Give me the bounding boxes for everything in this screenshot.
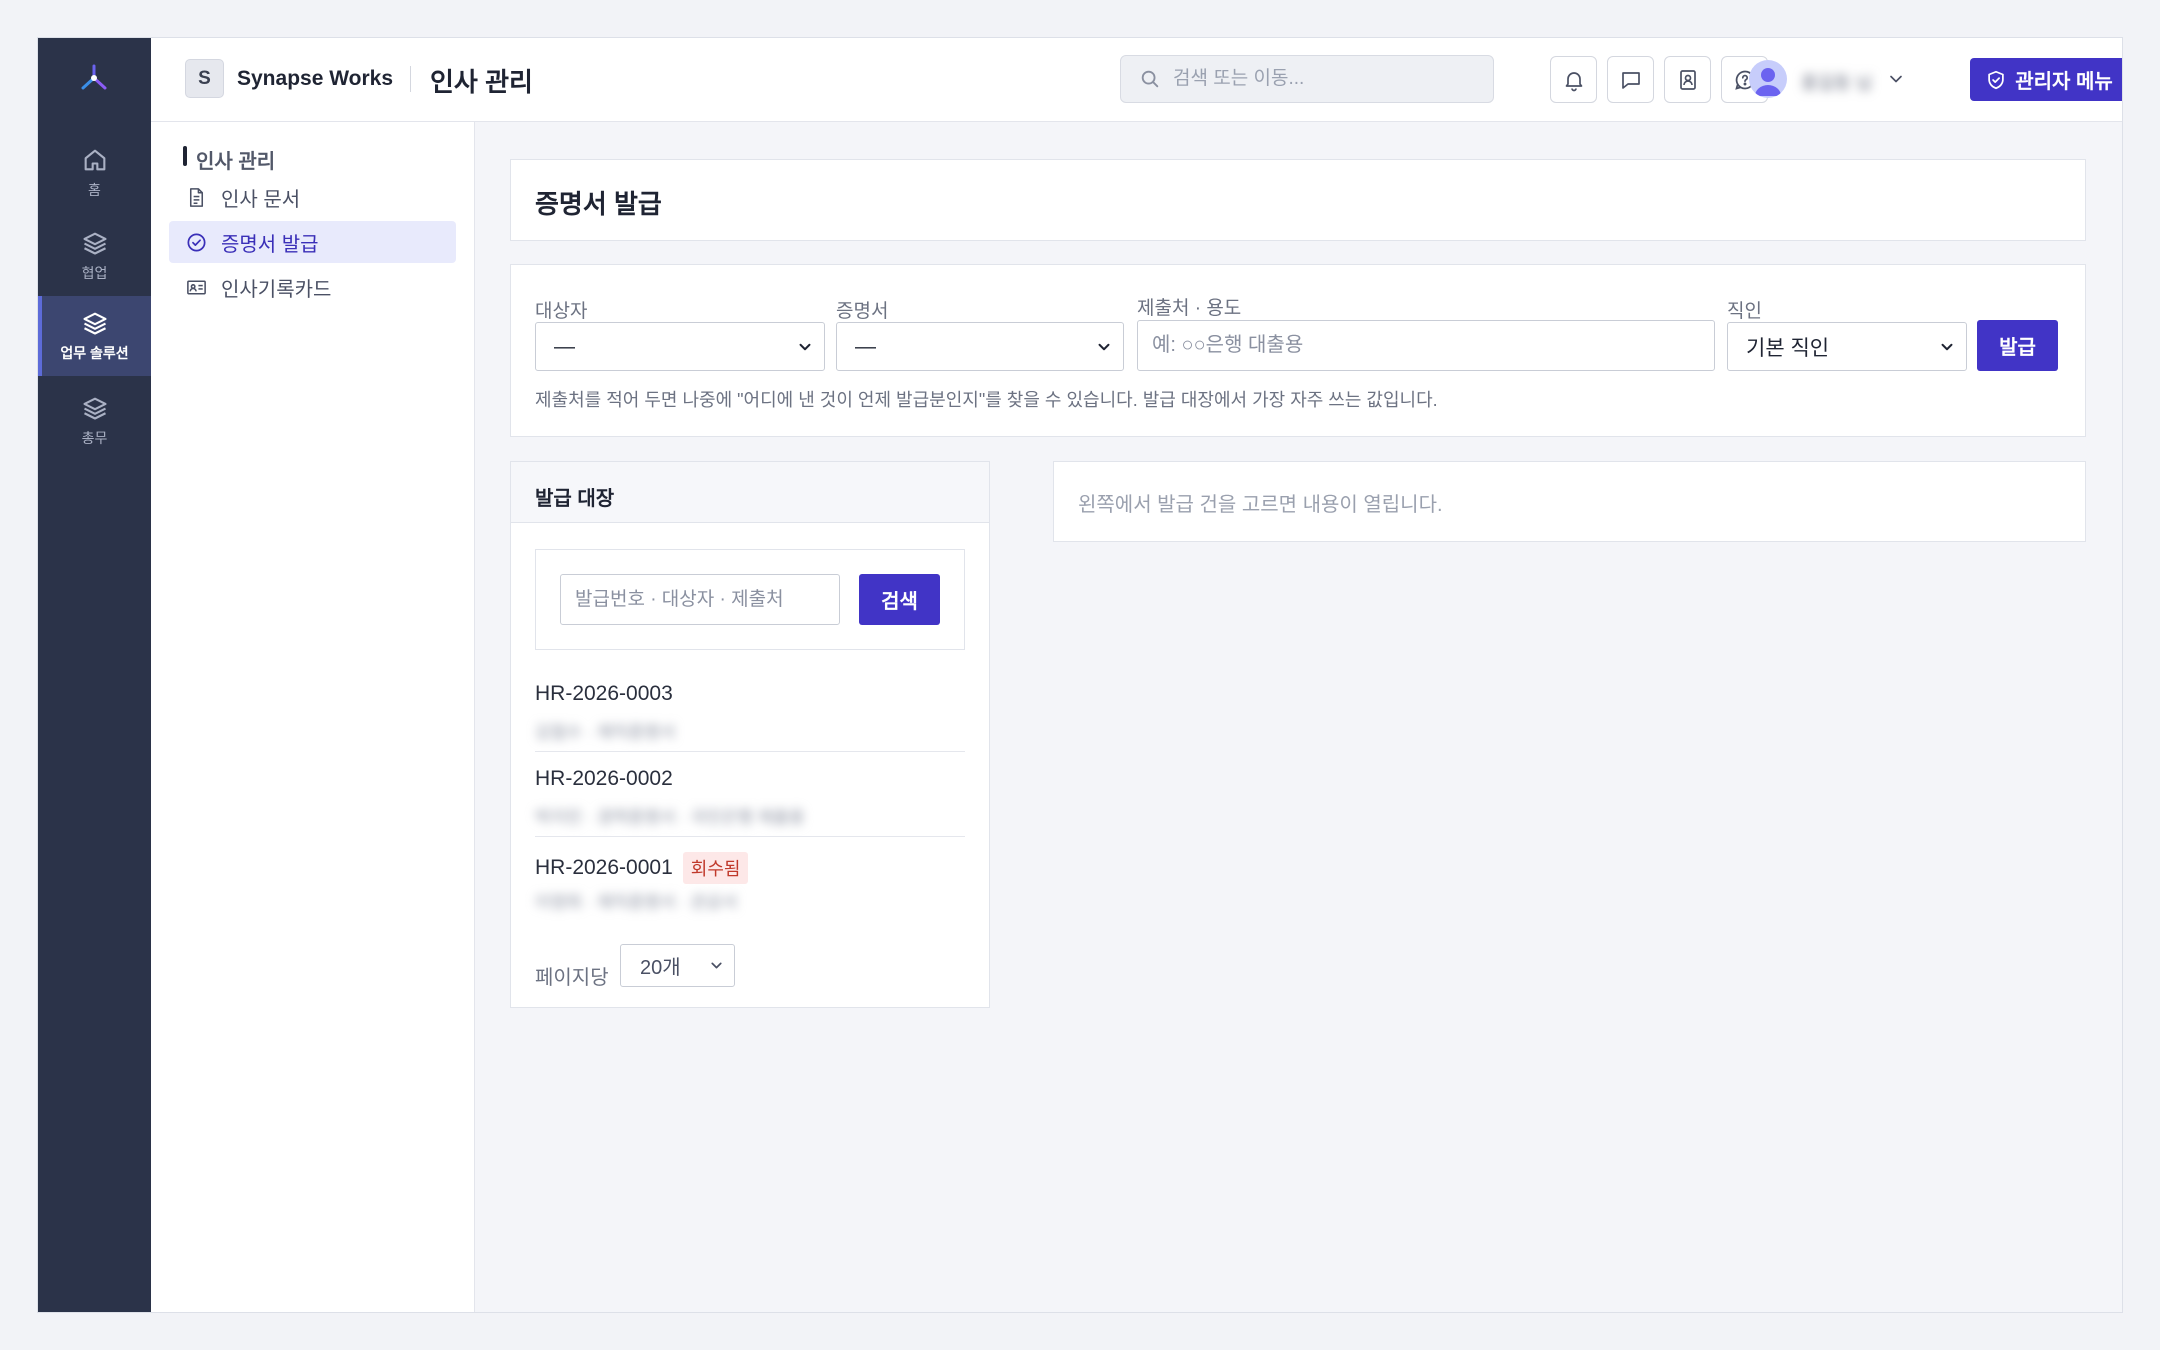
purpose-label: 제출처 · 용도: [1137, 298, 1242, 319]
notifications-button[interactable]: [1550, 56, 1597, 103]
app-logo-icon[interactable]: [76, 60, 112, 96]
sidebar-item-label: 증명서 발급: [221, 233, 319, 256]
id-card-icon: [187, 280, 206, 294]
avatar[interactable]: [1749, 60, 1787, 98]
per-page-label: 페이지당: [535, 967, 609, 989]
ledger-row[interactable]: HR-2026-0002 박지민 · 경력증명서 · 국민은행 제출용: [535, 752, 965, 837]
ledger-search-input[interactable]: [560, 574, 840, 625]
help-text: 제출처를 적어 두면 나중에 "어디에 낸 것이 언제 발급분인지"를 찾을 수…: [535, 390, 1438, 410]
search-input[interactable]: [1173, 68, 1463, 90]
sidebar-item-hr-record-card[interactable]: 인사기록카드: [169, 266, 456, 308]
issue-button[interactable]: 발급: [1977, 320, 2058, 371]
detail-empty-text: 왼쪽에서 발급 건을 고르면 내용이 열립니다.: [1078, 494, 1443, 516]
admin-menu-button[interactable]: 관리자 메뉴: [1970, 58, 2122, 101]
global-search[interactable]: [1120, 55, 1494, 103]
purpose-input[interactable]: [1137, 320, 1715, 371]
sidebar-item-certificate-issue[interactable]: 증명서 발급: [169, 221, 456, 263]
issue-number: HR-2026-0003: [535, 682, 673, 705]
rail-item-home[interactable]: 홈: [38, 133, 151, 213]
ledger-row[interactable]: HR-2026-0001 회수됨 이영희 · 재직증명서 · 관공서: [535, 837, 965, 922]
app-window: 홈 협업 업무 솔루션 총무 S Synapse Works 인사 관리 검색 …: [37, 37, 2123, 1313]
issue-form: 대상자 — 증명서 — 제출처 · 용도 직인 기본 직인: [510, 264, 2086, 437]
app-rail: 홈 협업 업무 솔루션 총무: [38, 38, 151, 1312]
chevron-down-icon: [799, 343, 811, 350]
sidebar-item-label: 인사 문서: [221, 188, 301, 211]
issue-summary: 박지민 · 경력증명서 · 국민은행 제출용: [535, 808, 805, 827]
search-icon: [1141, 70, 1159, 88]
certificate-select[interactable]: —: [836, 322, 1124, 371]
layers-icon: [82, 232, 107, 255]
seal-label: 직인: [1727, 301, 1762, 322]
top-header: S Synapse Works 인사 관리 홍길동 님 관리자 메뉴: [151, 38, 2122, 122]
ledger-title: 발급 대장: [535, 488, 615, 510]
rail-item-label: 총무: [81, 430, 108, 446]
ledger-search-panel: 검색: [535, 549, 965, 650]
sidebar-item-label: 인사기록카드: [221, 278, 332, 301]
issue-ledger: 발급 대장 검색 HR-2026-0003 김철수 · 재직증명서 HR-202…: [510, 461, 990, 1008]
rail-item-label: 협업: [81, 265, 108, 281]
issue-number: HR-2026-0001: [535, 856, 673, 879]
sidebar-item-hr-documents[interactable]: 인사 문서: [169, 176, 456, 218]
chevron-down-icon: [1941, 343, 1953, 350]
document-icon: [189, 187, 204, 207]
status-badge: 회수됨: [682, 852, 749, 884]
target-label: 대상자: [535, 301, 588, 322]
certificate-select-value: —: [855, 334, 876, 358]
user-avatar-icon: [1755, 68, 1781, 96]
seal-select-value: 기본 직인: [1746, 336, 1830, 360]
admin-menu-label: 관리자 메뉴: [2015, 71, 2113, 93]
check-circle-icon: [187, 232, 206, 252]
page-title: 증명서 발급: [535, 189, 662, 219]
per-page-value: 20개: [640, 957, 681, 979]
rail-item-label: 업무 솔루션: [60, 345, 129, 361]
per-page-select[interactable]: 20개: [620, 944, 735, 987]
org-badge[interactable]: S: [185, 59, 224, 98]
page-title-card: 증명서 발급: [510, 159, 2086, 241]
rail-item-work-solution[interactable]: 업무 솔루션: [38, 296, 151, 376]
messages-button[interactable]: [1607, 56, 1654, 103]
rail-item-label: 홈: [88, 182, 101, 198]
shield-check-icon: [1988, 70, 2004, 89]
chevron-down-icon: [1098, 343, 1110, 350]
issue-number: HR-2026-0002: [535, 767, 673, 790]
layers-icon: [82, 397, 107, 420]
target-select-value: —: [554, 334, 575, 358]
rail-item-general-affairs[interactable]: 총무: [38, 381, 151, 461]
issue-summary: 김철수 · 재직증명서: [535, 723, 676, 742]
app-title: 인사 관리: [430, 67, 533, 97]
contacts-button[interactable]: [1664, 56, 1711, 103]
chevron-down-icon[interactable]: [1886, 69, 1906, 89]
issue-detail-panel: 왼쪽에서 발급 건을 고르면 내용이 열립니다.: [1053, 461, 2086, 542]
org-name[interactable]: Synapse Works: [237, 67, 393, 91]
bell-icon: [1565, 71, 1582, 91]
chat-icon: [1621, 71, 1640, 89]
contacts-icon: [1679, 69, 1696, 90]
certificate-label: 증명서: [836, 301, 889, 322]
ledger-row[interactable]: HR-2026-0003 김철수 · 재직증명서: [535, 667, 965, 752]
ledger-header: 발급 대장: [511, 462, 989, 523]
main-content: 증명서 발급 대상자 — 증명서 — 제출처 · 용도 직인: [475, 122, 2122, 1312]
home-icon: [84, 149, 105, 171]
target-select[interactable]: —: [535, 322, 825, 371]
seal-select[interactable]: 기본 직인: [1727, 322, 1967, 371]
header-divider: [410, 66, 411, 92]
ledger-search-button[interactable]: 검색: [859, 574, 940, 625]
chevron-down-icon: [711, 962, 722, 969]
user-name[interactable]: 홍길동 님: [1801, 69, 1872, 95]
section-title: 인사 관리: [183, 145, 275, 174]
section-sidebar: 인사 관리 인사 문서 증명서 발급 인사기록카드: [151, 122, 475, 1312]
layers-icon: [82, 312, 107, 335]
rail-item-collab[interactable]: 협업: [38, 216, 151, 296]
issue-summary: 이영희 · 재직증명서 · 관공서: [535, 893, 738, 912]
